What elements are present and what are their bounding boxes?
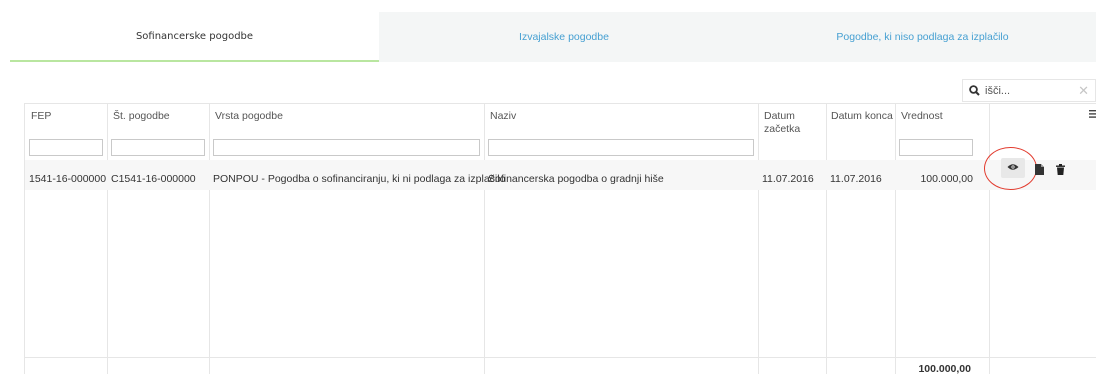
column-menu-icon[interactable] [1089,109,1096,121]
tab-bar: Sofinancerske pogodbe Izvajalske pogodbe… [10,12,1096,62]
search-box: ✕ [962,79,1096,102]
column-header-st-pogodbe[interactable]: Št. pogodbe [113,110,170,123]
column-header-datum-konca[interactable]: Datum konca [831,110,893,123]
filter-vrednost[interactable] [899,139,973,156]
column-header-fep[interactable]: FEP [31,110,51,123]
tab-sofinancerske-pogodbe[interactable]: Sofinancerske pogodbe [10,12,379,62]
cell-vrednost: 100.000,00 [920,173,973,185]
filter-st-pogodbe[interactable] [111,139,205,156]
cell-naziv: Sofinancerska pogodba o gradnji hiše [488,173,664,185]
column-header-datum-zacetka[interactable]: Datum začetka [764,110,816,136]
column-header-naziv[interactable]: Naziv [490,110,516,123]
clear-icon[interactable]: ✕ [1078,83,1089,99]
cell-st-pogodbe: C1541-16-000000 [111,173,196,185]
tab-pogodbe-ni-podlaga[interactable]: Pogodbe, ki niso podlaga za izplačilo [749,12,1096,62]
highlight-circle [984,147,1037,190]
filter-vrsta-pogodbe[interactable] [213,139,480,156]
column-header-vrednost[interactable]: Vrednost [901,110,943,123]
filter-naziv[interactable] [488,139,754,156]
search-input[interactable] [985,84,1065,97]
search-icon [963,85,985,96]
total-value: 100.000,00 [918,363,971,374]
tab-izvajalske-pogodbe[interactable]: Izvajalske pogodbe [379,12,749,62]
cell-vrsta-pogodbe: PONPOU - Pogodba o sofinanciranju, ki ni… [213,173,506,185]
cell-datum-konca: 11.07.2016 [830,173,882,185]
contracts-table: FEP Št. pogodbe Vrsta pogodbe Naziv Datu… [24,103,1096,374]
filter-fep[interactable] [29,139,103,156]
cell-datum-zacetka: 11.07.2016 [762,173,814,185]
column-header-vrsta-pogodbe[interactable]: Vrsta pogodbe [215,110,283,123]
cell-fep: 1541-16-000000 [29,173,107,185]
document-icon[interactable] [1034,163,1044,175]
trash-icon[interactable] [1055,163,1065,175]
